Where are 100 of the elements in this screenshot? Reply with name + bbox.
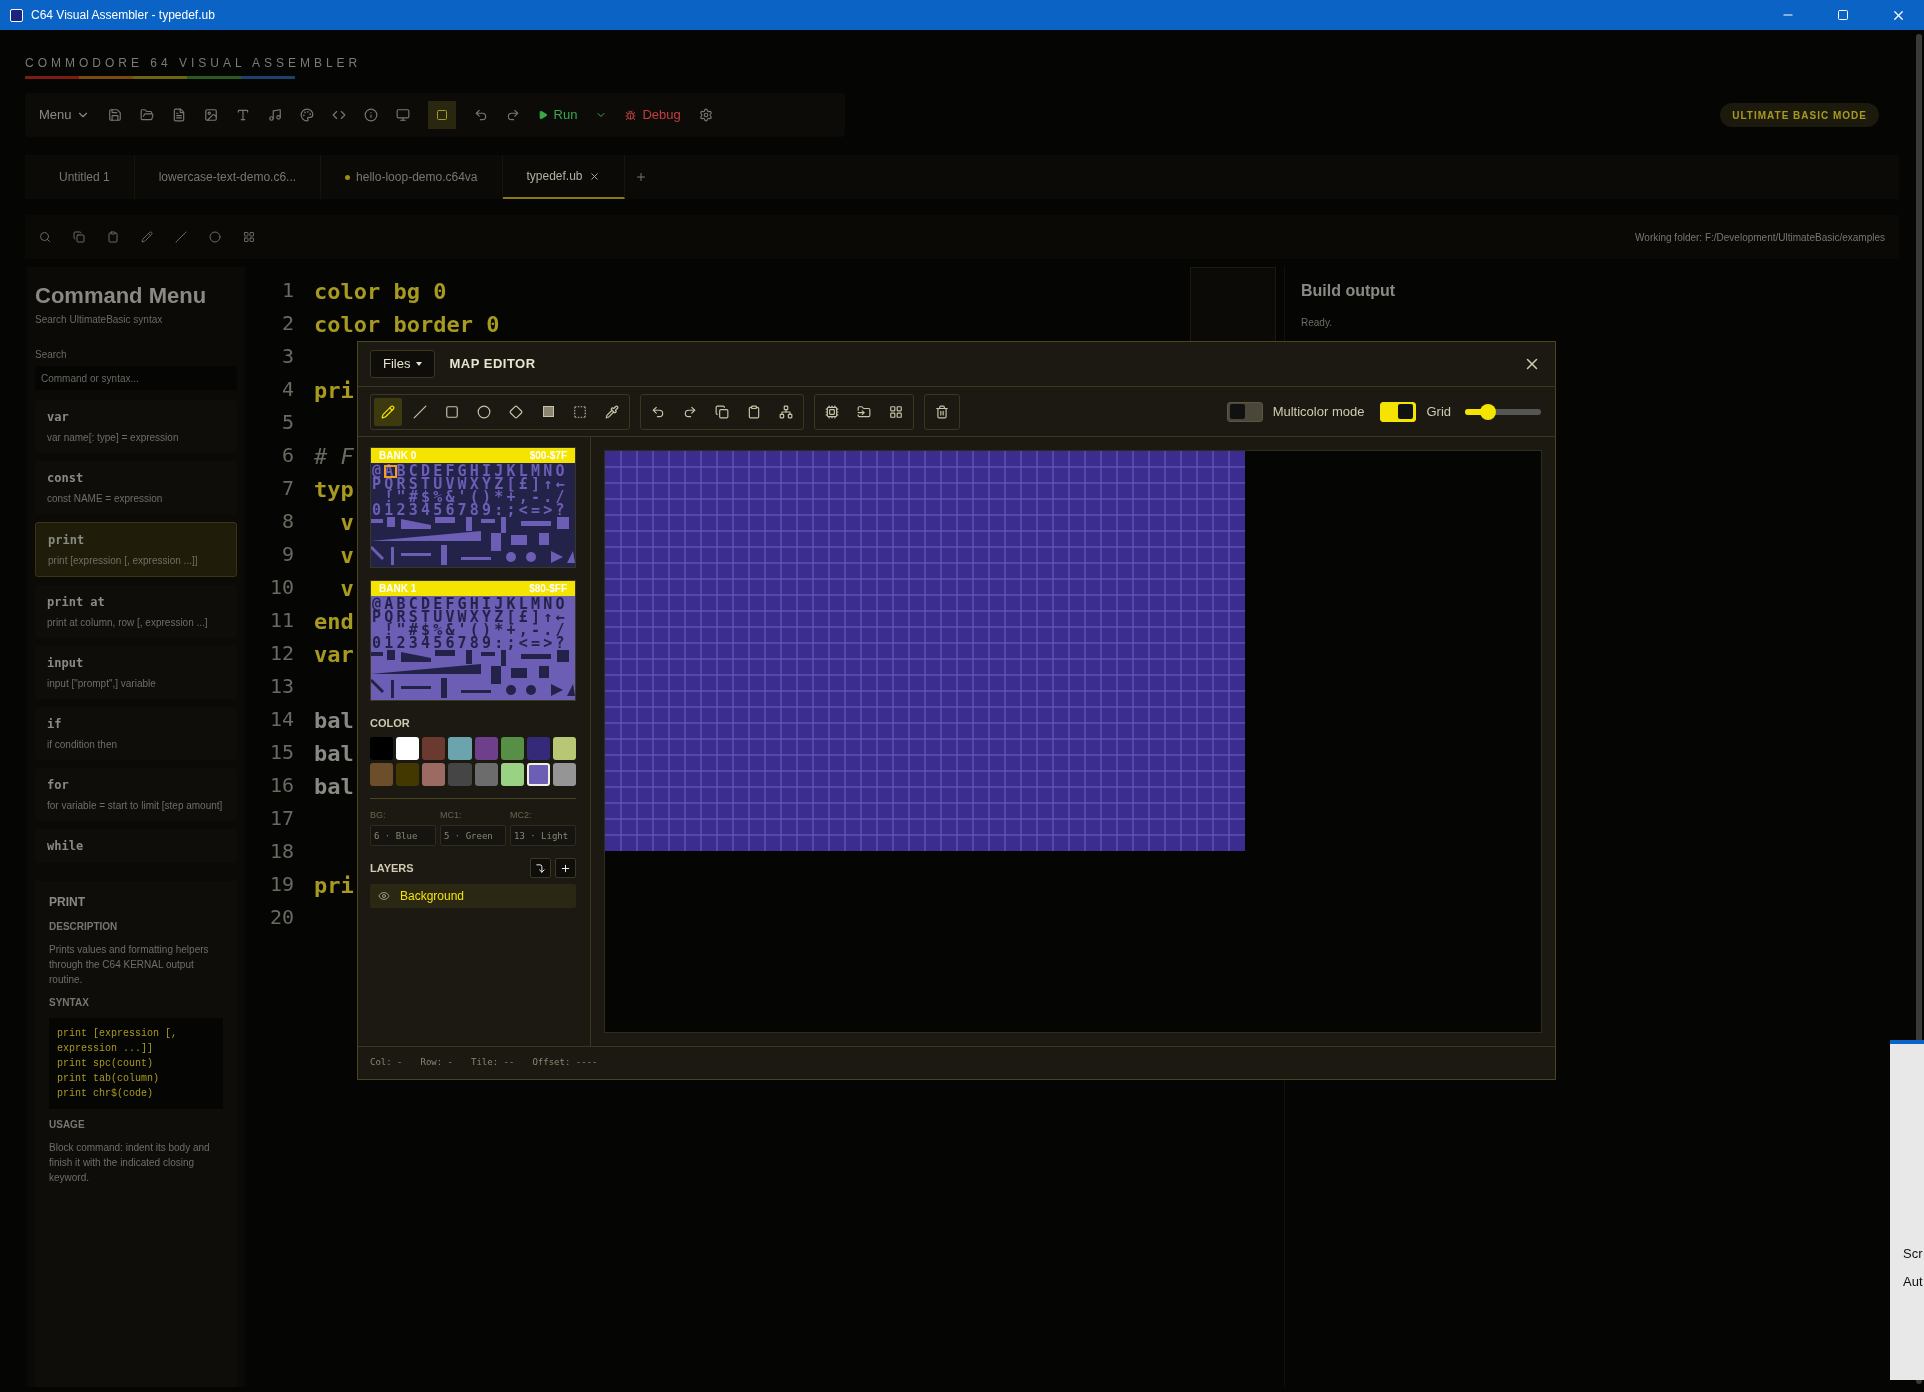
line-icon xyxy=(413,404,427,419)
monitor-icon[interactable] xyxy=(395,108,410,122)
line-number: 18 xyxy=(269,838,294,865)
build-status: Ready. xyxy=(1301,316,1333,330)
field-label: BG: xyxy=(370,808,387,822)
add-layer-button[interactable] xyxy=(555,858,576,878)
redo-icon[interactable] xyxy=(505,108,520,122)
command-syntax: print [expression [, expression ...]] xyxy=(48,554,199,568)
toolbar-icon[interactable] xyxy=(209,231,221,243)
toolbar-icon[interactable] xyxy=(243,231,255,243)
charset-row-text: PQRSTUVWXYZ[£]↑← xyxy=(371,611,569,624)
color-swatch[interactable] xyxy=(396,736,420,760)
undo-icon xyxy=(651,404,665,419)
palette-icon[interactable] xyxy=(299,108,314,122)
maximize-icon[interactable] xyxy=(1837,9,1849,21)
bug-icon xyxy=(625,109,637,121)
color-swatch[interactable] xyxy=(474,736,498,760)
file-tab[interactable]: typedef.ub xyxy=(502,155,625,199)
panel-title: Command Menu xyxy=(35,282,208,310)
info-icon[interactable] xyxy=(363,108,378,122)
text-icon[interactable] xyxy=(235,108,250,122)
diamond-icon xyxy=(509,404,523,419)
color-swatch[interactable] xyxy=(448,736,472,760)
syntax-line: print chr$(code) xyxy=(57,1087,154,1101)
color-field[interactable]: 13 · Light xyxy=(510,825,576,846)
line-number: 8 xyxy=(281,508,294,535)
toolbar-icon[interactable] xyxy=(107,231,119,243)
command-name: print xyxy=(48,532,86,549)
code-line: # F xyxy=(314,443,354,471)
layer-item[interactable]: Background xyxy=(370,884,576,908)
color-swatch[interactable] xyxy=(474,762,498,786)
line-number: 5 xyxy=(281,409,294,436)
code-icon[interactable] xyxy=(331,108,346,122)
color-swatch[interactable] xyxy=(552,736,576,760)
pipette-icon xyxy=(605,404,619,419)
slider-thumb[interactable] xyxy=(1479,403,1496,420)
notification-text: Scr xyxy=(1903,1245,1924,1263)
line-number: 11 xyxy=(269,607,294,634)
color-field[interactable]: 5 · Green xyxy=(440,825,506,846)
toolbar-icon[interactable] xyxy=(39,231,51,243)
highlighted-tool-icon[interactable] xyxy=(427,101,456,129)
bank-label: BANK 0 xyxy=(379,449,417,463)
save-icon[interactable] xyxy=(107,108,122,122)
toolbar-icon[interactable] xyxy=(175,231,187,243)
color-swatch[interactable] xyxy=(422,736,446,760)
line-number: 17 xyxy=(269,805,294,832)
color-swatch[interactable] xyxy=(448,762,472,786)
command-item[interactable]: print print [expression [, expression ...]] xyxy=(35,522,237,577)
toolbar-icon[interactable] xyxy=(73,231,85,243)
app-icon xyxy=(10,8,23,22)
file-tab[interactable]: lowercase-text-demo.c6... xyxy=(134,155,322,199)
color-swatch[interactable] xyxy=(396,762,420,786)
line-number: 19 xyxy=(269,871,294,898)
command-name: var xyxy=(47,409,70,426)
plus-icon[interactable] xyxy=(634,171,647,183)
line-number: 1 xyxy=(281,277,294,304)
clipboard-icon xyxy=(747,404,761,419)
debug-button[interactable]: Debug xyxy=(625,105,681,125)
tool-button[interactable] xyxy=(374,397,402,426)
command-name: while xyxy=(47,838,85,855)
color-field[interactable]: 6 · Blue xyxy=(370,825,436,846)
color-swatch[interactable] xyxy=(500,736,524,760)
run-button[interactable]: Run xyxy=(537,105,578,125)
build-output-title: Build output xyxy=(1301,281,1397,301)
color-swatch[interactable] xyxy=(526,762,550,786)
undo-icon[interactable] xyxy=(473,108,488,122)
file-tab[interactable]: hello-loop-demo.c64va xyxy=(321,155,503,199)
code-line: var xyxy=(314,641,354,669)
merge-layer-button[interactable] xyxy=(530,858,551,878)
pencil-icon xyxy=(381,404,395,419)
toggle-switch[interactable] xyxy=(1226,401,1263,422)
search-field[interactable]: Command or syntax... xyxy=(35,366,237,390)
close-icon[interactable] xyxy=(588,170,600,182)
image-icon[interactable] xyxy=(203,108,218,122)
music-note-icon[interactable] xyxy=(267,108,282,122)
bank-range: $80-$FF xyxy=(529,582,567,596)
menu-button[interactable]: Menu xyxy=(39,105,90,125)
status-text: Offset: ---- xyxy=(532,1056,598,1070)
color-swatch[interactable] xyxy=(500,762,524,786)
eye-icon[interactable] xyxy=(378,890,390,902)
code-line: color border 0 xyxy=(314,311,500,339)
color-heading: COLOR xyxy=(370,716,411,731)
line-number: 10 xyxy=(269,574,294,601)
command-syntax: input ["prompt",] variable xyxy=(47,677,157,691)
folder-icon[interactable] xyxy=(139,108,154,122)
toolbar-icon[interactable] xyxy=(141,231,153,243)
code-line: pri xyxy=(314,377,354,405)
files-dropdown[interactable]: Files xyxy=(370,350,436,378)
file-tab[interactable]: Untitled 1 xyxy=(35,155,135,199)
color-swatch[interactable] xyxy=(370,736,394,760)
color-swatch[interactable] xyxy=(422,762,446,786)
zoom-slider[interactable] xyxy=(1465,403,1541,420)
layer-name: Background xyxy=(400,888,465,905)
line-number: 9 xyxy=(281,541,294,568)
color-swatch[interactable] xyxy=(552,762,576,786)
status-text: Col: - xyxy=(370,1056,403,1070)
color-swatch[interactable] xyxy=(370,762,394,786)
settings-icon[interactable] xyxy=(698,108,713,122)
color-swatch[interactable] xyxy=(526,736,550,760)
document-icon[interactable] xyxy=(171,108,186,122)
